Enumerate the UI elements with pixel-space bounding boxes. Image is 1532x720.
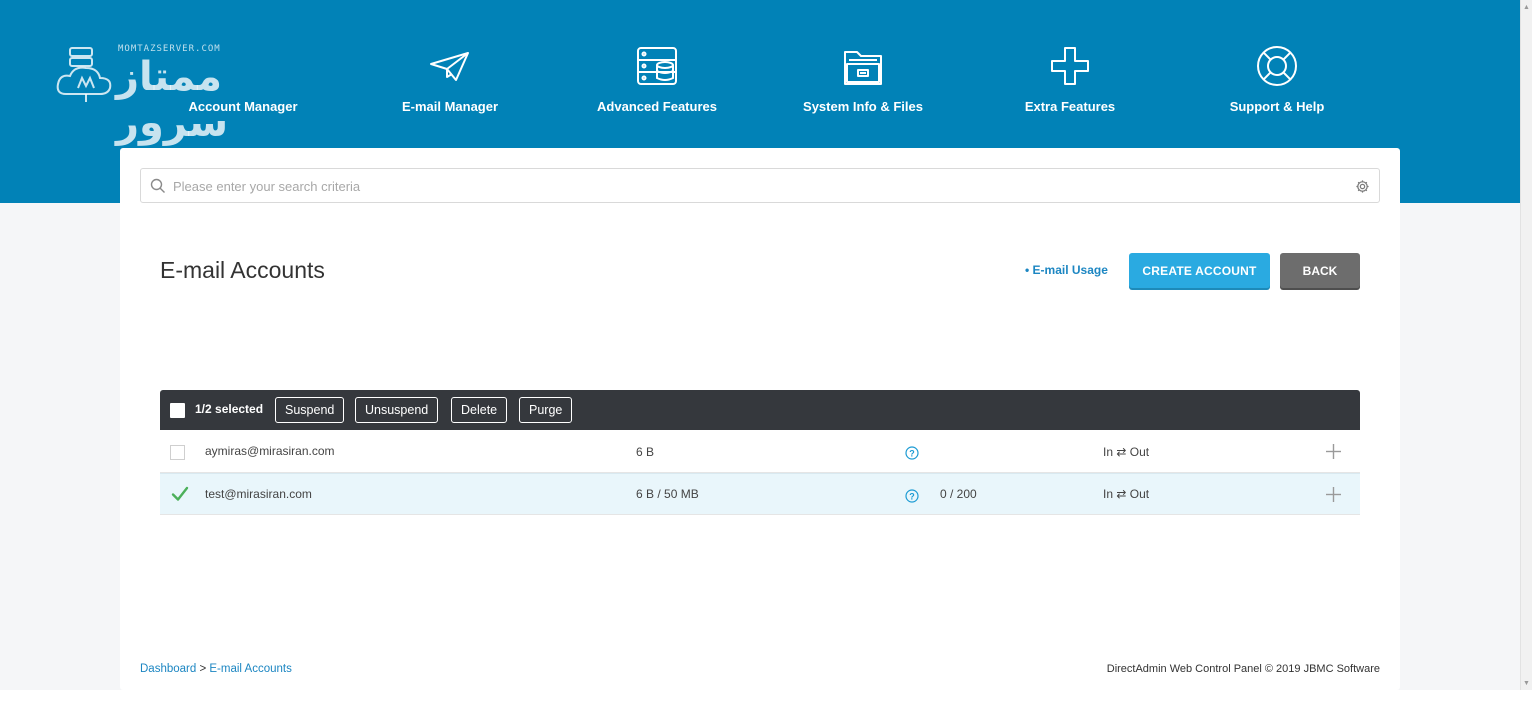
suspend-button[interactable]: Suspend: [275, 397, 345, 423]
nav-label: System Info & Files: [803, 99, 923, 114]
svg-text:?: ?: [909, 448, 915, 458]
expand-row-icon[interactable]: [1325, 486, 1342, 503]
breadcrumb: Dashboard > E-mail Accounts: [140, 663, 292, 675]
search-icon: [150, 178, 165, 193]
email-address[interactable]: test@mirasiran.com: [205, 487, 312, 501]
gear-icon[interactable]: [1355, 179, 1370, 194]
help-icon[interactable]: ?: [905, 489, 919, 503]
breadcrumb-separator: >: [196, 663, 210, 675]
page-title: E-mail Accounts: [160, 257, 325, 283]
nav-advanced-features[interactable]: Advanced Features: [567, 44, 747, 114]
plus-icon: [1051, 47, 1089, 85]
page-bottom: [0, 690, 1532, 720]
main-panel: E-mail Accounts • E-mail Usage CREATE AC…: [120, 148, 1400, 690]
nav-label: E-mail Manager: [401, 99, 499, 114]
scroll-down-icon[interactable]: ▼: [1523, 680, 1530, 687]
nav-label: Account Manager: [188, 99, 298, 114]
copyright-text: DirectAdmin Web Control Panel © 2019 JBM…: [1106, 663, 1380, 675]
svg-text:?: ?: [909, 491, 915, 501]
purge-button[interactable]: Purge: [519, 397, 573, 423]
nav-label: Support & Help: [1229, 99, 1325, 114]
user-gear-icon: [221, 44, 265, 88]
help-icon[interactable]: ?: [905, 446, 919, 460]
scroll-up-icon[interactable]: ▲: [1523, 4, 1530, 11]
back-button[interactable]: BACK: [1280, 253, 1360, 288]
nav-label: Extra Features: [1024, 99, 1116, 114]
mail-direction: In ⇄ Out: [1103, 487, 1150, 501]
disk-usage: 6 B / 50 MB: [636, 487, 699, 501]
email-usage-link[interactable]: • E-mail Usage: [1025, 263, 1108, 277]
row-checkbox[interactable]: [170, 445, 185, 460]
search-bar[interactable]: [140, 168, 1380, 203]
mail-direction: In ⇄ Out: [1103, 445, 1150, 459]
search-input[interactable]: [173, 175, 1333, 197]
disk-usage: 6 B: [636, 445, 655, 459]
unsuspend-button[interactable]: Unsuspend: [355, 397, 439, 423]
lifebuoy-icon: [1257, 46, 1297, 86]
table-row[interactable]: test@mirasiran.com 6 B / 50 MB ? 0 / 200…: [160, 473, 1360, 515]
send-count: 0 / 200: [940, 487, 977, 501]
selection-count: 1/2 selected: [195, 402, 264, 416]
nav-label: Advanced Features: [597, 99, 717, 114]
server-database-icon: [637, 47, 677, 85]
vertical-scrollbar[interactable]: ▲ ▼: [1520, 0, 1532, 690]
email-address[interactable]: aymiras@mirasiran.com: [205, 444, 335, 458]
nav-account-manager[interactable]: Account Manager: [153, 44, 333, 114]
cloud-server-icon: [56, 47, 112, 102]
breadcrumb-current-link[interactable]: E-mail Accounts: [209, 663, 291, 675]
bulk-actions-toolbar: 1/2 selected Suspend Unsuspend Delete Pu…: [160, 390, 1360, 430]
table-row[interactable]: aymiras@mirasiran.com 6 B ? In ⇄ Out: [160, 431, 1360, 473]
file-drawer-icon: [844, 51, 882, 85]
create-account-button[interactable]: CREATE ACCOUNT: [1129, 253, 1270, 288]
select-all-checkbox[interactable]: [170, 403, 185, 418]
nav-extra-features[interactable]: Extra Features: [980, 44, 1160, 114]
paper-plane-icon: [430, 52, 469, 81]
nav-support-help[interactable]: Support & Help: [1187, 44, 1367, 114]
delete-button[interactable]: Delete: [451, 397, 508, 423]
breadcrumb-dashboard-link[interactable]: Dashboard: [140, 663, 196, 675]
expand-row-icon[interactable]: [1325, 443, 1342, 460]
checkmark-icon[interactable]: [171, 485, 189, 503]
nav-system-info-files[interactable]: System Info & Files: [773, 44, 953, 114]
nav-email-manager[interactable]: E-mail Manager: [360, 44, 540, 114]
